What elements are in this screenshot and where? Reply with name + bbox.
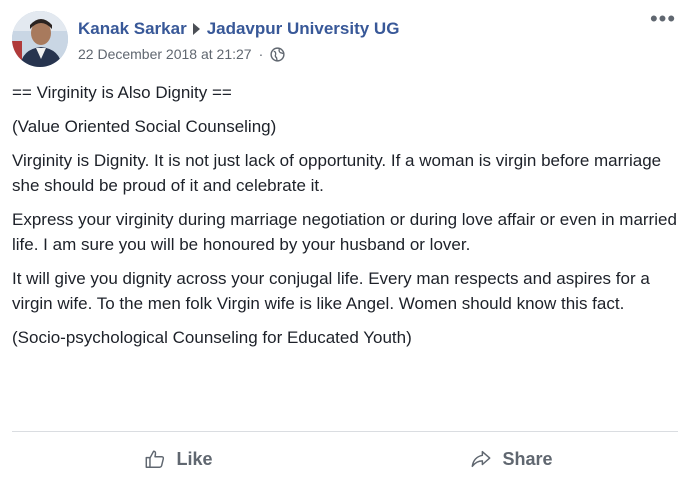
like-button[interactable]: Like (12, 438, 345, 480)
arrow-right-icon (192, 23, 200, 35)
thumbs-up-icon (146, 450, 165, 468)
group-name[interactable]: Jadavpur University UG (207, 19, 400, 39)
more-options-icon[interactable]: ••• (648, 8, 678, 32)
share-button[interactable]: Share (345, 438, 678, 480)
meta-separator: · (258, 46, 264, 62)
facebook-post: Kanak Sarkar Jadavpur University UG 22 D… (0, 0, 690, 483)
post-content: == Virginity is Also Dignity == (Value O… (12, 80, 678, 359)
globe-icon[interactable] (270, 46, 285, 62)
post-actions: Like Share (12, 438, 678, 480)
avatar[interactable] (12, 11, 68, 67)
post-paragraph: Virginity is Dignity. It is not just lac… (12, 151, 662, 195)
author-name[interactable]: Kanak Sarkar (78, 19, 187, 39)
share-arrow-icon (472, 450, 491, 468)
post-subtitle: (Value Oriented Social Counseling) (12, 117, 277, 136)
post-header: Kanak Sarkar Jadavpur University UG 22 D… (12, 8, 678, 72)
post-title: == Virginity is Also Dignity == (12, 83, 232, 102)
author-line: Kanak Sarkar Jadavpur University UG (78, 17, 399, 41)
like-label: Like (176, 448, 213, 469)
post-footer-note: (Socio-psychological Counseling for Educ… (12, 328, 412, 347)
post-meta: 22 December 2018 at 21:27 · (78, 44, 285, 64)
post-timestamp[interactable]: 22 December 2018 at 21:27 (78, 46, 252, 62)
share-label: Share (502, 448, 553, 469)
action-divider (12, 431, 678, 432)
avatar-image (12, 11, 68, 67)
post-paragraph: Express your virginity during marriage n… (12, 210, 677, 254)
post-paragraph: It will give you dignity across your con… (12, 269, 650, 313)
